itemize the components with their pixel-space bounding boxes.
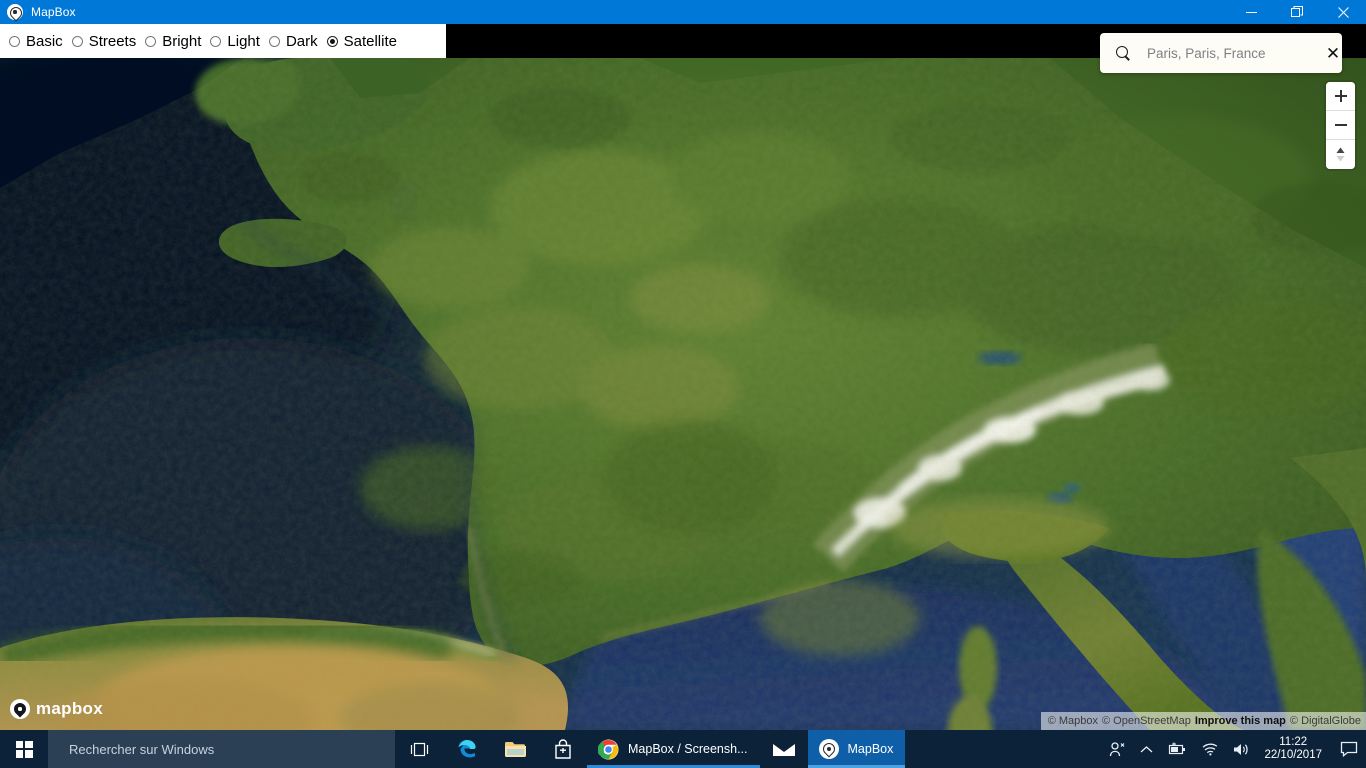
folder-icon bbox=[504, 741, 526, 757]
clock-time: 11:22 bbox=[1279, 736, 1308, 748]
action-center-button[interactable] bbox=[1332, 730, 1366, 768]
attribution-mapbox[interactable]: © Mapbox bbox=[1048, 715, 1098, 727]
windows-search-placeholder: Rechercher sur Windows bbox=[69, 741, 215, 757]
taskbar-app-mapbox[interactable]: MapBox bbox=[807, 730, 906, 768]
close-button[interactable] bbox=[1320, 0, 1366, 24]
compass-icon bbox=[1336, 147, 1345, 162]
windows-logo-icon bbox=[15, 740, 33, 758]
window-controls bbox=[1228, 0, 1366, 24]
mapbox-pin-icon bbox=[7, 4, 23, 20]
minus-icon bbox=[1334, 119, 1347, 131]
style-option-light[interactable]: Light bbox=[210, 34, 260, 49]
store-icon bbox=[555, 738, 571, 759]
taskbar-item-edge[interactable] bbox=[443, 730, 491, 768]
map-canvas[interactable] bbox=[0, 58, 1366, 730]
plus-icon bbox=[1334, 90, 1347, 102]
edge-icon bbox=[458, 740, 476, 758]
start-button[interactable] bbox=[0, 730, 48, 768]
style-option-streets[interactable]: Streets bbox=[71, 32, 137, 50]
search-input[interactable] bbox=[1147, 45, 1324, 61]
compass-button[interactable] bbox=[1326, 140, 1355, 169]
radio-dark[interactable] bbox=[268, 35, 280, 47]
radio-basic[interactable] bbox=[9, 35, 20, 47]
style-label-basic: Basic bbox=[26, 32, 63, 50]
taskbar-item-store[interactable] bbox=[539, 730, 587, 768]
mapbox-logo[interactable]: mapbox bbox=[10, 698, 103, 720]
satellite-imagery bbox=[0, 58, 1366, 730]
style-label-light: Light bbox=[227, 32, 260, 50]
attribution-digitalglobe[interactable]: © DigitalGlobe bbox=[1290, 715, 1361, 727]
windows-taskbar: Rechercher sur Windows MapBox / Screensh… bbox=[0, 730, 1366, 768]
chevron-up-icon[interactable] bbox=[1133, 730, 1160, 768]
task-view-button[interactable] bbox=[395, 730, 443, 768]
clear-search-icon[interactable]: ✕ bbox=[1324, 33, 1342, 73]
mapbox-mark-icon bbox=[10, 699, 30, 719]
taskbar-app-chrome-label: MapBox / Screensh... bbox=[628, 742, 748, 756]
mail-icon bbox=[772, 741, 795, 756]
wifi-icon[interactable] bbox=[1194, 730, 1225, 768]
taskbar-clock[interactable]: 11:22 22/10/2017 bbox=[1258, 730, 1332, 768]
style-option-bright[interactable]: Bright bbox=[145, 34, 201, 49]
battery-icon[interactable] bbox=[1160, 730, 1194, 768]
radio-light[interactable] bbox=[210, 35, 222, 47]
taskbar-app-chrome[interactable]: MapBox / Screensh... bbox=[587, 730, 760, 768]
zoom-in-button[interactable] bbox=[1326, 82, 1355, 111]
style-label-dark: Dark bbox=[285, 32, 318, 50]
taskview-icon bbox=[410, 742, 428, 756]
taskbar-item-mail[interactable] bbox=[760, 730, 808, 768]
minimize-button[interactable] bbox=[1228, 0, 1274, 24]
map-style-switcher[interactable]: Basic Streets Bright Light Dark Satellit… bbox=[0, 24, 446, 58]
style-option-dark[interactable]: Dark bbox=[268, 32, 318, 50]
maximize-button[interactable] bbox=[1274, 0, 1320, 24]
people-icon[interactable] bbox=[1102, 730, 1133, 768]
taskbar-app-mapbox-label: MapBox bbox=[847, 742, 894, 756]
map-navigation-controls bbox=[1326, 82, 1355, 169]
windows-search-input[interactable]: Rechercher sur Windows bbox=[48, 730, 395, 768]
style-option-satellite[interactable]: Satellite bbox=[326, 32, 397, 50]
notification-icon bbox=[1340, 741, 1358, 757]
style-label-bright: Bright bbox=[162, 32, 202, 50]
system-tray: 11:22 22/10/2017 bbox=[1102, 730, 1366, 768]
map-attribution: © Mapbox © OpenStreetMap Improve this ma… bbox=[1040, 712, 1366, 730]
style-label-streets: Streets bbox=[88, 32, 137, 50]
zoom-out-button[interactable] bbox=[1326, 111, 1355, 140]
chrome-icon bbox=[598, 739, 619, 759]
radio-satellite[interactable] bbox=[326, 35, 338, 47]
mapbox-desktop-window: MapBox Basic Streets Bright Light Dark S… bbox=[0, 0, 1366, 768]
style-label-satellite: Satellite bbox=[343, 32, 397, 50]
window-title: MapBox bbox=[31, 5, 76, 19]
geocoder-search-box[interactable]: ✕ bbox=[1100, 33, 1342, 73]
clock-date: 22/10/2017 bbox=[1264, 749, 1322, 761]
attribution-improve-this-map[interactable]: Improve this map bbox=[1195, 715, 1286, 727]
title-bar: MapBox bbox=[0, 0, 1366, 24]
style-option-basic[interactable]: Basic bbox=[9, 34, 63, 49]
radio-bright[interactable] bbox=[145, 35, 157, 47]
mapbox-pin-icon bbox=[818, 739, 839, 759]
radio-streets[interactable] bbox=[71, 35, 83, 47]
speaker-icon[interactable] bbox=[1225, 730, 1258, 768]
mapbox-wordmark: mapbox bbox=[36, 699, 103, 718]
attribution-openstreetmap[interactable]: © OpenStreetMap bbox=[1102, 715, 1191, 727]
taskbar-item-file-explorer[interactable] bbox=[491, 730, 539, 768]
search-icon bbox=[1116, 46, 1130, 60]
